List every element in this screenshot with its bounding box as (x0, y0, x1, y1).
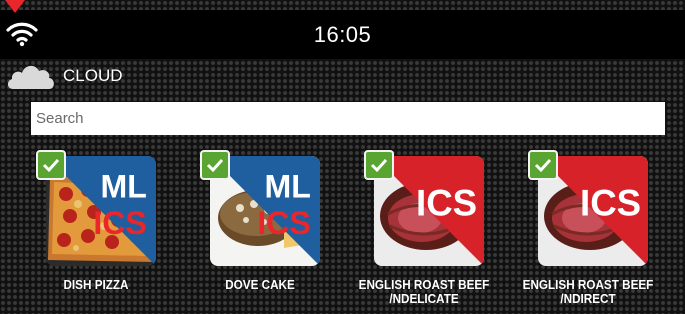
search-input[interactable] (31, 102, 665, 135)
clock: 16:05 (313, 21, 372, 47)
checkmark-icon (206, 158, 224, 173)
svg-text:ICS: ICS (416, 183, 477, 224)
selected-checkbox[interactable] (36, 150, 66, 180)
wifi-icon (6, 22, 38, 47)
cloud-label: CLOUD (63, 66, 123, 85)
recipe-name: DOVE CAKE (225, 277, 295, 292)
recipe-name: DISH PIZZA (63, 277, 129, 292)
svg-text:ICS: ICS (257, 205, 310, 241)
recipe-card-roast-beef-direct[interactable]: ICS ENGLISH ROAST BEEF /NDIRECT (523, 150, 653, 314)
svg-text:ML: ML (101, 168, 147, 204)
checkmark-icon (534, 158, 552, 173)
svg-text:ML: ML (265, 168, 311, 204)
checkmark-icon (42, 158, 60, 173)
selected-checkbox[interactable] (364, 150, 394, 180)
recipe-card-dove-cake[interactable]: ML ICS DOVE CAKE (200, 150, 320, 314)
cloud-section-header[interactable]: CLOUD (5, 60, 123, 92)
status-bar: 16:05 (0, 10, 685, 59)
selected-checkbox[interactable] (200, 150, 230, 180)
recipe-card-roast-beef-delicate[interactable]: ICS ENGLISH ROAST BEEF /NDELICATE (359, 150, 489, 314)
svg-text:ICS: ICS (580, 183, 641, 224)
alert-indicator-icon (5, 0, 25, 13)
selected-checkbox[interactable] (528, 150, 558, 180)
svg-text:ICS: ICS (93, 205, 146, 241)
recipe-card-dish-pizza[interactable]: ML ICS DISH PIZZA (36, 150, 156, 314)
checkmark-icon (370, 158, 388, 173)
recipe-name: ENGLISH ROAST BEEF /NDELICATE (358, 277, 490, 306)
cloud-icon (7, 65, 54, 89)
recipe-name: ENGLISH ROAST BEEF /NDIRECT (522, 277, 654, 306)
